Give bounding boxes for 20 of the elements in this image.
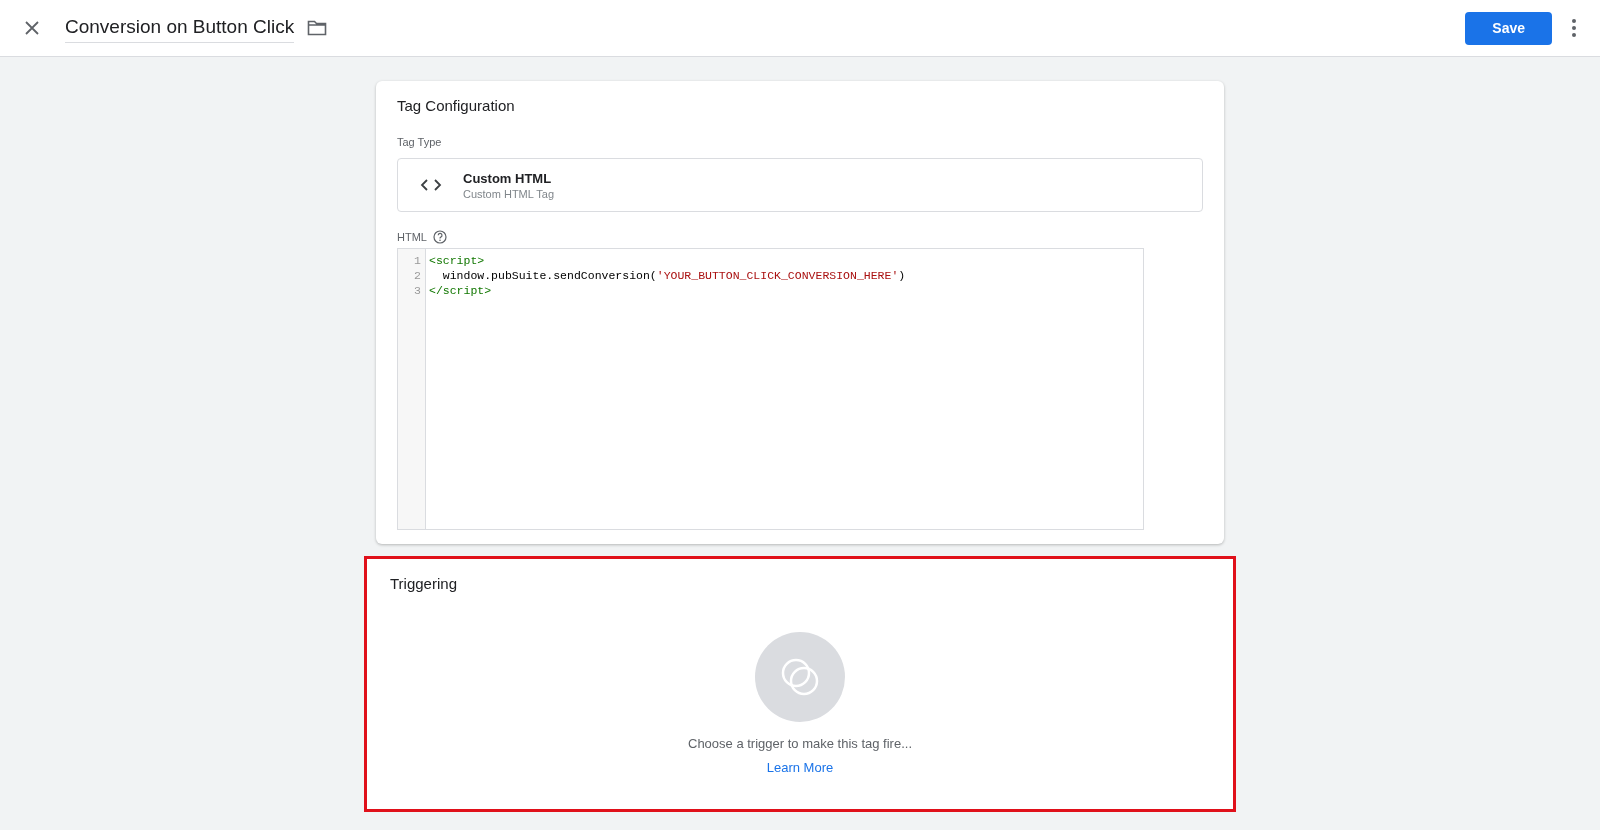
help-icon[interactable] xyxy=(432,230,447,244)
tag-name-field[interactable]: Conversion on Button Click xyxy=(65,13,295,43)
code-line: </script> xyxy=(429,283,493,298)
trigger-hint: Choose a trigger to make this tag fire... xyxy=(688,736,912,751)
field-label: HTML xyxy=(397,231,427,243)
field-label: Tag Type xyxy=(397,136,443,148)
tag-type-description: Custom HTML Tag xyxy=(463,187,555,200)
line-number: 3 xyxy=(413,283,421,298)
line-number: 2 xyxy=(413,268,421,283)
line-number: 1 xyxy=(413,253,421,268)
tag-type-selector[interactable]: Custom HTML Custom HTML Tag xyxy=(397,158,1203,212)
code-line: <script> xyxy=(429,253,486,268)
learn-more-link[interactable]: Learn More xyxy=(766,760,834,775)
card-title: Tag Configuration xyxy=(397,97,516,114)
save-button[interactable]: Save xyxy=(1465,11,1552,45)
code-line: window.pubSuite.sendConversion('YOUR_BUTTON_CLICK_CONVERSION_HERE') xyxy=(441,268,906,283)
panel-title: Triggering xyxy=(390,575,458,592)
code-icon xyxy=(420,177,442,193)
code-editor[interactable]: 1 2 3 <script> window.pubSuite.sendConversion('YOUR_BUTTON_CLICK_CONVERSION_HERE') </script> xyxy=(397,248,1144,530)
tag-type-name: Custom HTML xyxy=(463,170,553,186)
